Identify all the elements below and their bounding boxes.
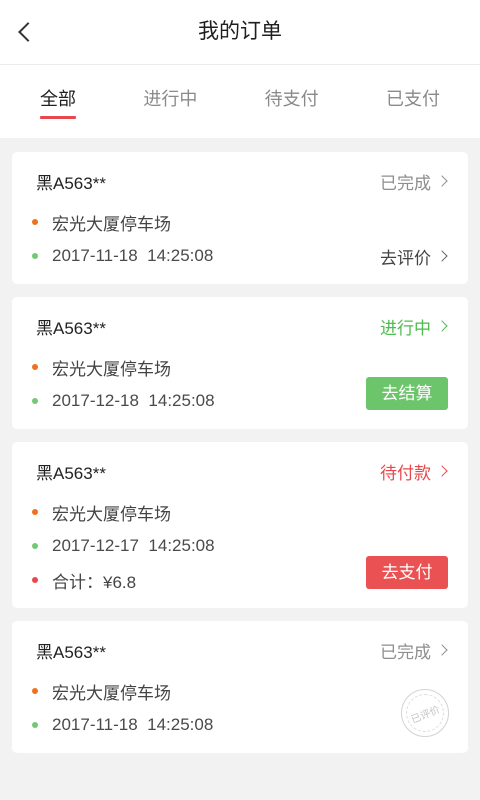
- tab-label: 已支付: [385, 89, 440, 109]
- order-status[interactable]: 已完成: [380, 169, 448, 194]
- order-status-label: 已完成: [380, 173, 431, 193]
- time-text: 2017-12-18 14:25:08: [52, 391, 215, 410]
- location-dot: [32, 364, 38, 370]
- location-text: 宏光大厦停车场: [52, 214, 171, 234]
- review-link-label: 去评价: [380, 248, 431, 268]
- time-dot: [32, 722, 38, 728]
- location-row: 宏光大厦停车场: [32, 205, 448, 239]
- review-link[interactable]: 去评价: [380, 244, 448, 269]
- location-text: 宏光大厦停车场: [52, 504, 171, 524]
- chevron-right-icon: [436, 644, 448, 656]
- order-header: 黑A563** 已完成: [36, 635, 448, 665]
- plate-number: 黑A563**: [36, 173, 106, 193]
- total-text: 合计：¥6.8: [52, 572, 137, 592]
- order-status[interactable]: 已完成: [380, 638, 448, 663]
- page-title: 我的订单: [198, 20, 282, 43]
- chevron-right-icon: [436, 175, 448, 187]
- tab-all[interactable]: 全部: [40, 65, 76, 138]
- tab-paid[interactable]: 已支付: [386, 65, 440, 138]
- order-status[interactable]: 进行中: [380, 314, 448, 339]
- settle-button[interactable]: 去结算: [366, 377, 448, 410]
- page: { "header": { "title": "我的订单", "back_ico…: [0, 0, 480, 800]
- order-card[interactable]: 黑A563** 已完成 宏光大厦停车场 2017-11-18 14:25:08 …: [12, 621, 468, 753]
- time-dot: [32, 398, 38, 404]
- time-text: 2017-12-17 14:25:08: [52, 536, 215, 555]
- order-card[interactable]: 黑A563** 已完成 宏光大厦停车场 2017-11-18 14:25:08 …: [12, 152, 468, 284]
- order-status-label: 已完成: [380, 642, 431, 662]
- order-list: 黑A563** 已完成 宏光大厦停车场 2017-11-18 14:25:08 …: [12, 152, 468, 766]
- location-row: 宏光大厦停车场: [32, 674, 448, 708]
- chevron-right-icon: [436, 465, 448, 477]
- time-dot: [32, 253, 38, 259]
- nav-bar: 我的订单: [0, 0, 480, 65]
- total-dot: [32, 577, 38, 583]
- order-card[interactable]: 黑A563** 待付款 宏光大厦停车场 2017-12-17 14:25:08 …: [12, 442, 468, 608]
- time-row: 2017-11-18 14:25:08: [32, 708, 448, 742]
- plate-number: 黑A563**: [36, 318, 106, 338]
- location-dot: [32, 509, 38, 515]
- order-header: 黑A563** 已完成: [36, 166, 448, 196]
- order-card[interactable]: 黑A563** 进行中 宏光大厦停车场 2017-12-18 14:25:08 …: [12, 297, 468, 429]
- order-header: 黑A563** 待付款: [36, 456, 448, 486]
- location-text: 宏光大厦停车场: [52, 683, 171, 703]
- back-button[interactable]: [12, 16, 44, 48]
- tab-underline: [40, 116, 76, 119]
- location-dot: [32, 688, 38, 694]
- order-header: 黑A563** 进行中: [36, 311, 448, 341]
- location-dot: [32, 219, 38, 225]
- location-text: 宏光大厦停车场: [52, 359, 171, 379]
- plate-number: 黑A563**: [36, 642, 106, 662]
- order-status-label: 进行中: [380, 318, 431, 338]
- reviewed-stamp-icon: 已评价: [401, 689, 449, 737]
- chevron-right-icon: [436, 320, 448, 332]
- time-text: 2017-11-18 14:25:08: [52, 715, 214, 734]
- time-text: 2017-11-18 14:25:08: [52, 246, 214, 265]
- time-row: 2017-11-18 14:25:08 去评价: [32, 239, 448, 273]
- tab-label: 待支付: [264, 89, 319, 109]
- tab-label: 全部: [40, 89, 76, 109]
- chevron-left-icon: [18, 22, 38, 42]
- location-row: 宏光大厦停车场: [32, 495, 448, 529]
- order-tabs: 全部 进行中 待支付 已支付: [0, 65, 480, 138]
- tab-unpaid[interactable]: 待支付: [265, 65, 319, 138]
- chevron-right-icon: [436, 250, 448, 262]
- pay-button[interactable]: 去支付: [366, 556, 448, 589]
- order-status[interactable]: 待付款: [380, 459, 448, 484]
- time-dot: [32, 543, 38, 549]
- plate-number: 黑A563**: [36, 463, 106, 483]
- order-status-label: 待付款: [380, 463, 431, 483]
- tab-in-progress[interactable]: 进行中: [143, 65, 197, 138]
- tab-label: 进行中: [143, 89, 198, 109]
